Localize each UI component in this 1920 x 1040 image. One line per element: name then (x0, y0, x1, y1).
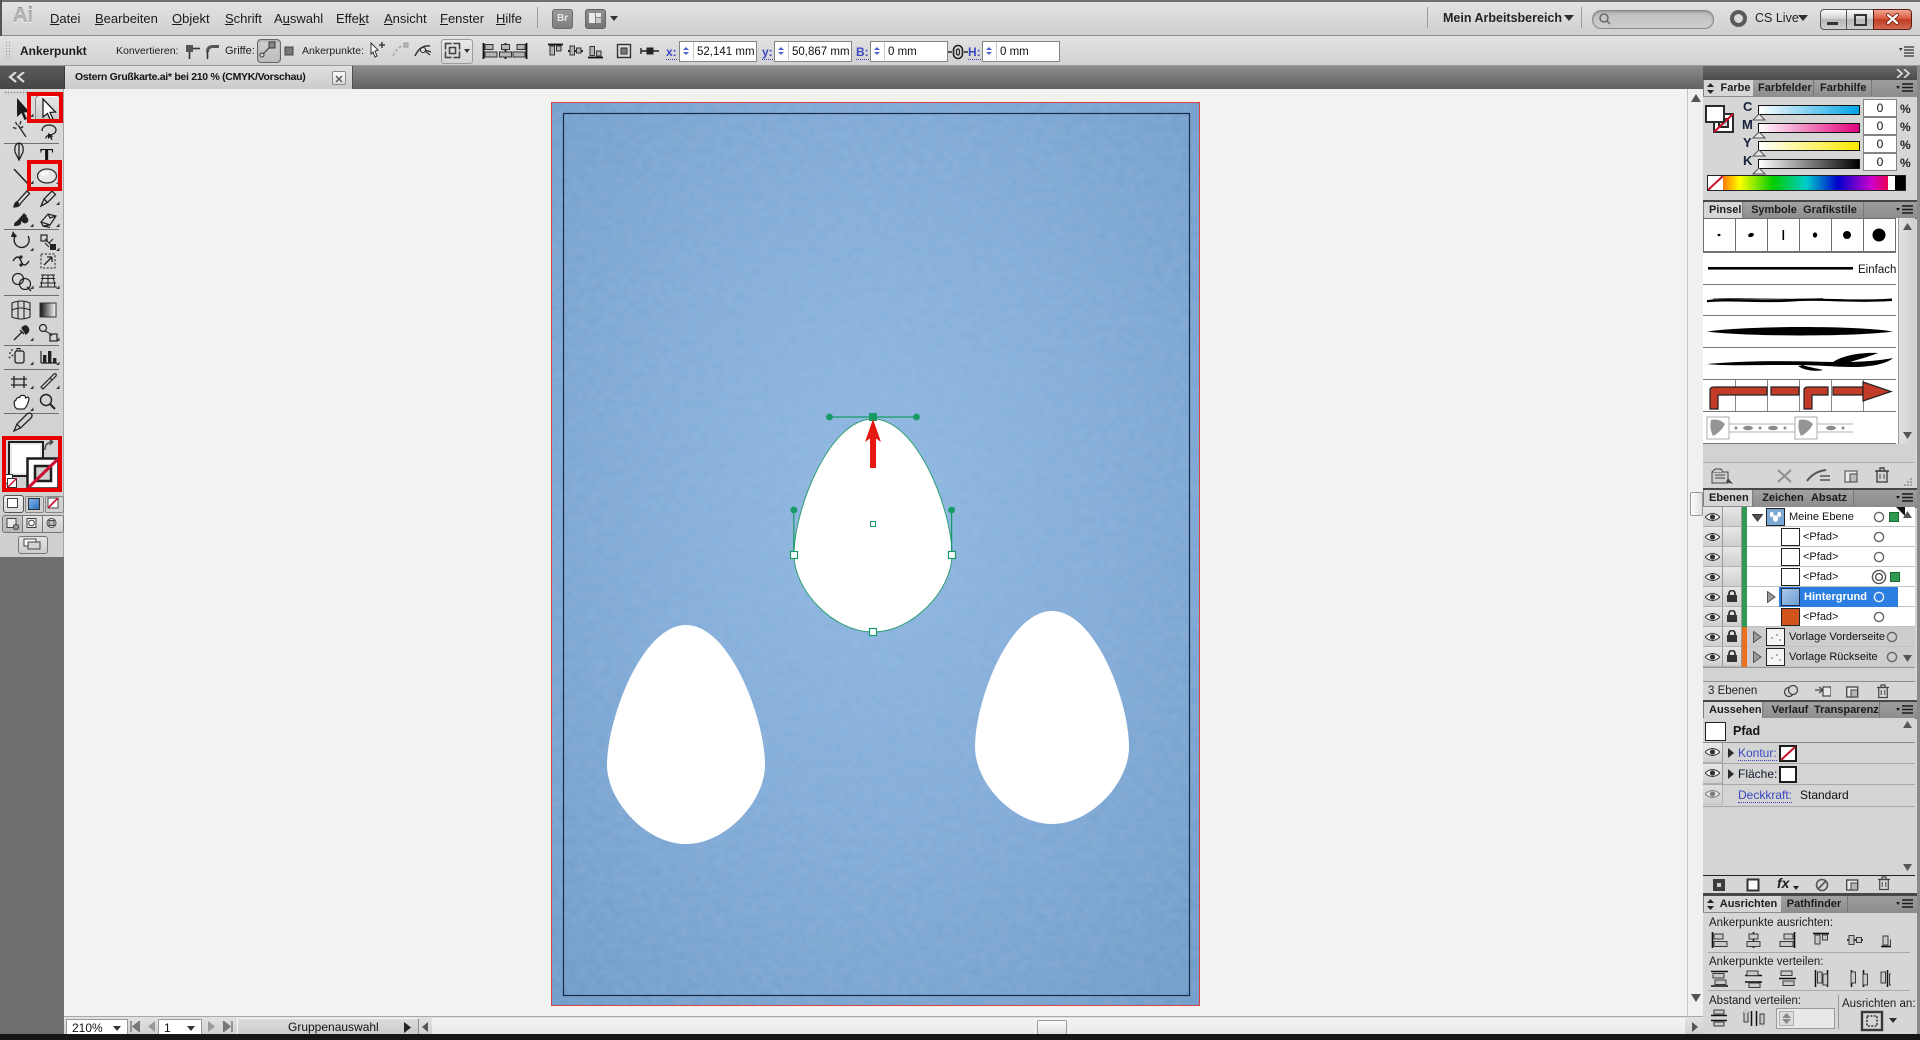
svg-text:Einfach: Einfach (1858, 264, 1896, 276)
